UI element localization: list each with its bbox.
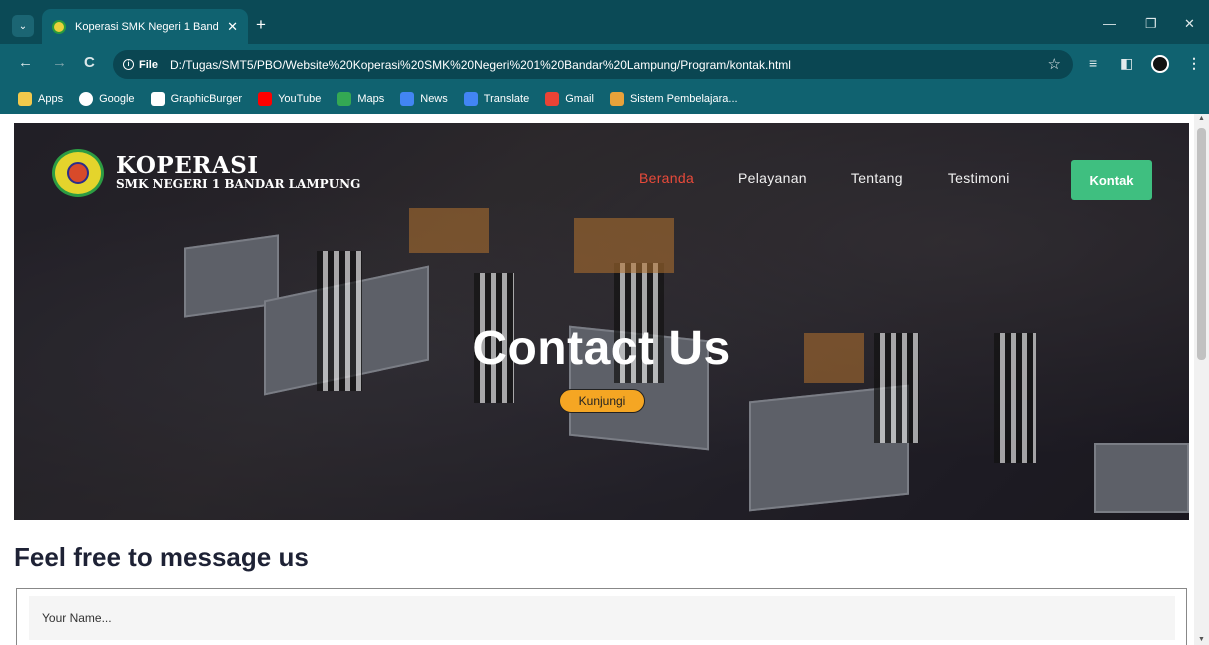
forward-arrow-icon[interactable]: → [52, 55, 67, 71]
maps-icon [337, 92, 352, 106]
bookmark-star-icon[interactable]: ☆ [1048, 55, 1061, 73]
bookmark-label: Translate [483, 93, 530, 105]
bookmark-item[interactable]: YouTube [258, 92, 321, 106]
scroll-down-icon[interactable]: ▼ [1198, 636, 1205, 643]
bookmark-label: Gmail [565, 93, 594, 105]
scroll-up-icon[interactable]: ▲ [1198, 115, 1205, 122]
bookmark-label: Maps [357, 93, 385, 105]
bookmark-item[interactable]: GraphicBurger [150, 92, 243, 106]
address-bar[interactable]: i File D:/Tugas/SMT5/PBO/Website%20Koper… [113, 50, 1073, 79]
scrollbar-thumb[interactable] [1197, 128, 1206, 360]
bookmark-item[interactable]: Translate [463, 92, 530, 106]
tab-title: Koperasi SMK Negeri 1 Bandar [75, 20, 220, 33]
bookmark-label: Google [99, 93, 135, 105]
photo-laptop-shape [1094, 443, 1189, 513]
bookmark-item[interactable]: Google [79, 92, 135, 106]
bookmark-item[interactable]: Maps [337, 92, 384, 106]
hero-title: Contact Us [472, 322, 731, 375]
photo-orange-shape [409, 208, 489, 253]
name-input[interactable] [29, 596, 1175, 640]
nav-item-tentang[interactable]: Tentang [851, 170, 903, 186]
apps-grid-icon [18, 92, 32, 106]
bookmark-item[interactable]: News [400, 92, 448, 106]
brand-title: KOPERASI [116, 152, 259, 179]
bookmark-label: Apps [38, 93, 64, 105]
page-viewport: KOPERASI SMK NEGERI 1 BANDAR LAMPUNG Ber… [0, 114, 1209, 645]
gmail-icon [545, 92, 560, 106]
browser-tab[interactable]: Koperasi SMK Negeri 1 Bandar ✕ [42, 9, 248, 44]
site-info-chip[interactable]: i File [123, 59, 158, 71]
bookmark-label: Sistem Pembelajara... [629, 93, 738, 105]
bookmark-label: YouTube [278, 93, 322, 105]
school-logo-icon [52, 149, 104, 197]
file-label: File [139, 58, 158, 71]
bookmark-item[interactable]: Sistem Pembelajara... [609, 92, 738, 106]
brand-subtitle: SMK NEGERI 1 BANDAR LAMPUNG [116, 177, 361, 191]
bookmark-label: News [420, 93, 448, 105]
bookmark-item[interactable]: Apps [18, 92, 63, 106]
browser-toolbar: ← → C i File D:/Tugas/SMT5/PBO/Website%2… [0, 44, 1209, 84]
contact-form [16, 588, 1187, 645]
graphicburger-icon [150, 92, 165, 106]
kunjungi-button[interactable]: Kunjungi [559, 389, 645, 413]
youtube-icon [258, 92, 273, 106]
kontak-button[interactable]: Kontak [1071, 160, 1152, 200]
koperasi-favicon-icon [52, 19, 66, 34]
bookmarks-bar: Apps Google GraphicBurger YouTube Maps News Tr… [0, 84, 1209, 114]
photo-orange-shape [574, 218, 674, 273]
school-icon [609, 92, 624, 106]
back-arrow-icon[interactable]: ← [18, 55, 33, 71]
minimize-icon[interactable]: — [1103, 16, 1116, 31]
side-panel-icon[interactable]: ◧ [1120, 55, 1133, 71]
translate-icon [463, 92, 478, 106]
browser-menu-icon[interactable]: ⋮ [1187, 55, 1201, 71]
site-navigation: Beranda Pelayanan Tentang Testimoni [639, 170, 1010, 186]
hero-banner: KOPERASI SMK NEGERI 1 BANDAR LAMPUNG Ber… [14, 123, 1189, 520]
bookmark-label: GraphicBurger [170, 93, 243, 105]
info-icon: i [123, 59, 134, 70]
news-icon [400, 92, 415, 106]
site-brand[interactable]: KOPERASI SMK NEGERI 1 BANDAR LAMPUNG [52, 149, 360, 197]
nav-item-pelayanan[interactable]: Pelayanan [738, 170, 807, 186]
section-title: Feel free to message us [14, 542, 309, 572]
profile-avatar-icon[interactable] [1151, 55, 1169, 73]
url-text[interactable]: D:/Tugas/SMT5/PBO/Website%20Koperasi%20S… [170, 58, 791, 72]
reload-icon[interactable]: C [84, 55, 95, 71]
page-scrollbar[interactable]: ▲ ▼ [1194, 114, 1209, 645]
window-close-icon[interactable]: ✕ [1184, 16, 1195, 32]
reading-list-icon[interactable]: ≡ [1089, 55, 1097, 71]
bookmark-item[interactable]: Gmail [545, 92, 594, 106]
nav-item-beranda[interactable]: Beranda [639, 170, 694, 186]
new-tab-button[interactable]: + [256, 15, 266, 35]
tab-close-icon[interactable]: ✕ [227, 19, 238, 35]
tab-search-chevron-icon[interactable]: ⌄ [12, 15, 34, 37]
restore-icon[interactable]: ❐ [1145, 16, 1157, 32]
google-icon [79, 92, 94, 106]
browser-tab-bar: ⌄ Koperasi SMK Negeri 1 Bandar ✕ + — ❐ ✕ [0, 0, 1209, 44]
nav-item-testimoni[interactable]: Testimoni [948, 170, 1010, 186]
